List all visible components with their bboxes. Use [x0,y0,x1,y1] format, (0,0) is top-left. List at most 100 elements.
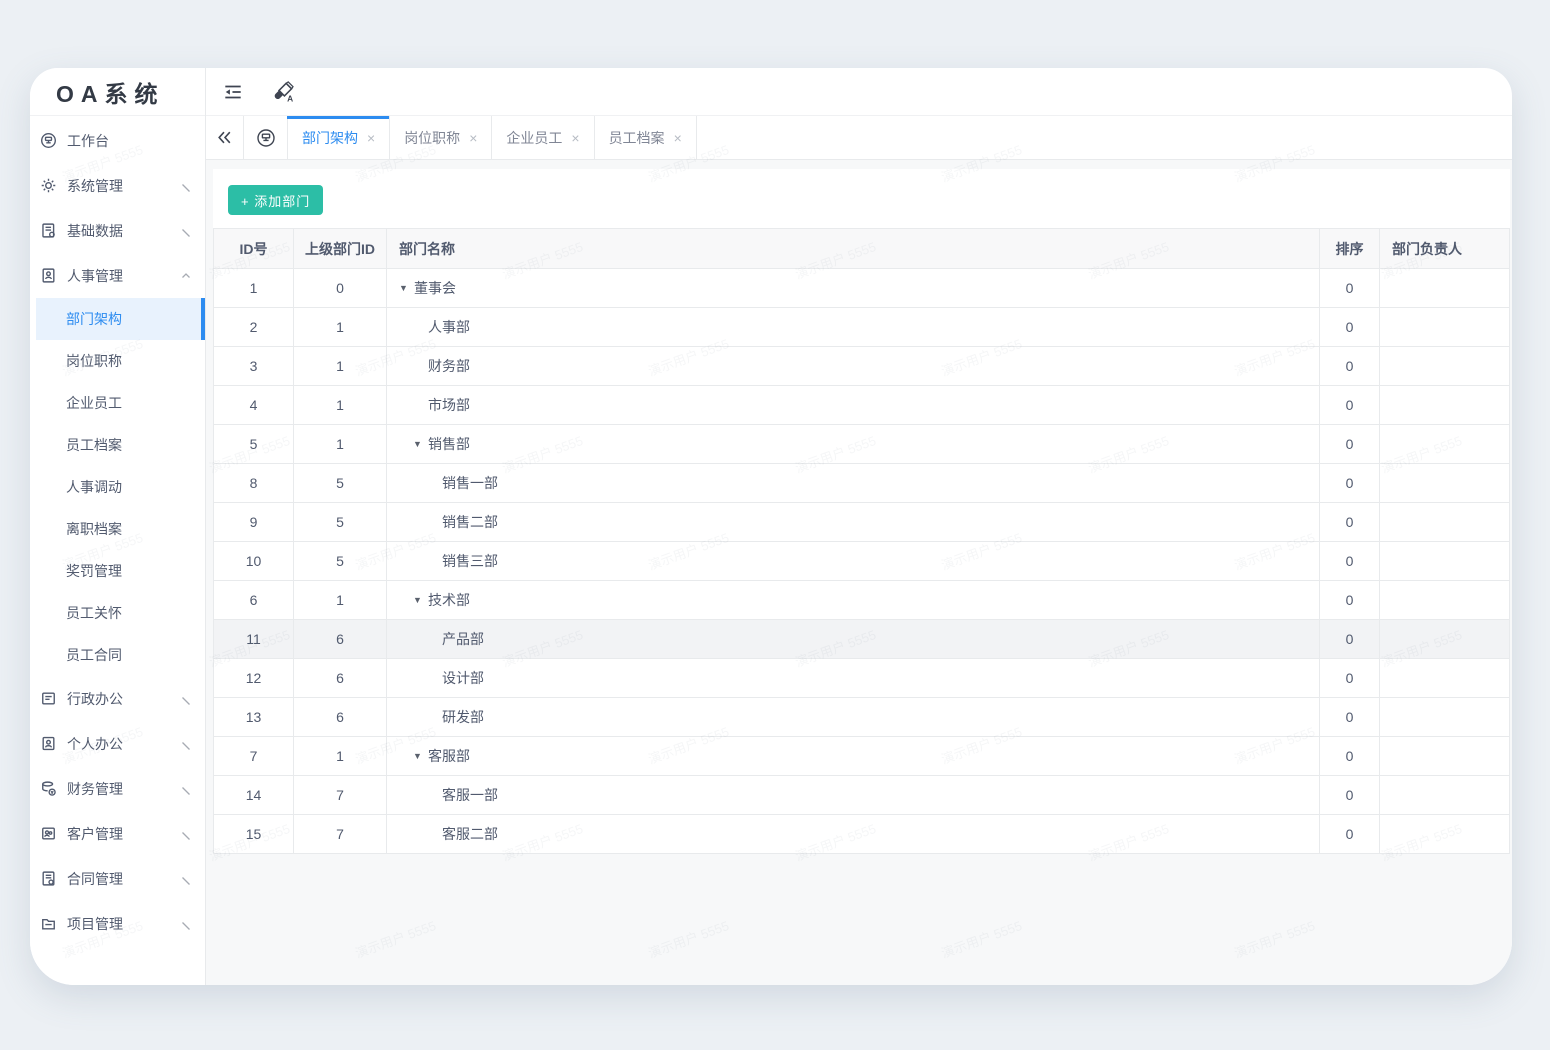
sidebar-item[interactable]: 合同管理 [30,856,205,901]
cell-id: 2 [214,308,294,347]
department-name: 董事会 [414,278,456,298]
cell-sort: 0 [1320,737,1380,776]
collapse-caret-icon[interactable]: ▼ [413,440,428,449]
content-area: + 添加部门 ID号 上级部门ID 部门名称 排序 部门负责人 [206,160,1512,985]
table-row[interactable]: 95销售二部0 [214,503,1510,542]
sidebar-item[interactable]: 个人办公 [30,721,205,766]
cell-sort: 0 [1320,659,1380,698]
department-name: 技术部 [428,590,470,610]
sidebar-item[interactable]: 项目管理 [30,901,205,946]
cell-name: ▼客服部 [387,737,1320,776]
app-window: OA系统 工作台 系统管理 基础数据 人事管理 部门架构岗位职称企业员工员工档案… [30,68,1512,985]
cell-parent-id: 6 [294,620,387,659]
cell-manager [1380,347,1510,386]
customer-icon [40,825,57,842]
add-department-button[interactable]: + 添加部门 [228,185,323,215]
cell-manager [1380,542,1510,581]
sidebar-subitem-label: 员工合同 [66,645,122,665]
table-row[interactable]: 136研发部0 [214,698,1510,737]
cell-name: 人事部 [387,308,1320,347]
table-row[interactable]: 61▼技术部0 [214,581,1510,620]
tab-close-icon[interactable]: × [367,131,375,145]
theme-brush-icon[interactable]: A [272,80,295,103]
home-tab-icon[interactable] [244,116,288,159]
cell-sort: 0 [1320,620,1380,659]
cell-id: 15 [214,815,294,854]
sidebar-subitem[interactable]: 企业员工 [36,382,205,424]
tab-close-icon[interactable]: × [674,131,682,145]
cell-id: 14 [214,776,294,815]
sidebar-item[interactable]: 行政办公 [30,676,205,721]
department-name: 研发部 [442,707,484,727]
table-row[interactable]: 116产品部0 [214,620,1510,659]
app-logo: OA系统 [30,68,205,116]
sidebar-item[interactable]: 基础数据 [30,208,205,253]
tab[interactable]: 岗位职称× [390,116,492,159]
sidebar-subitem[interactable]: 人事调动 [36,466,205,508]
sidebar-item[interactable]: 财务管理 [30,766,205,811]
table-row[interactable]: 147客服一部0 [214,776,1510,815]
cell-id: 11 [214,620,294,659]
sidebar-subitem-label: 离职档案 [66,519,122,539]
table-row[interactable]: 71▼客服部0 [214,737,1510,776]
tab[interactable]: 企业员工× [492,116,594,159]
table-row[interactable]: 31财务部0 [214,347,1510,386]
project-icon [40,915,57,932]
tab[interactable]: 员工档案× [595,116,697,159]
cell-manager [1380,698,1510,737]
sidebar-subitem[interactable]: 员工关怀 [36,592,205,634]
sidebar-item-label: 个人办公 [67,734,123,754]
sidebar-subitem-label: 员工关怀 [66,603,122,623]
scroll-tabs-left-icon[interactable] [206,116,244,159]
collapse-caret-icon[interactable]: ▼ [413,752,428,761]
sidebar-item[interactable]: 系统管理 [30,163,205,208]
table-row[interactable]: 157客服二部0 [214,815,1510,854]
sidebar-subitem[interactable]: 员工合同 [36,634,205,676]
cell-parent-id: 1 [294,308,387,347]
sidebar-subitem[interactable]: 离职档案 [36,508,205,550]
finance-icon [40,780,57,797]
office-icon [40,690,57,707]
chevron-up-icon [180,270,192,282]
table-row[interactable]: 21人事部0 [214,308,1510,347]
sidebar-item[interactable]: 人事管理 [30,253,205,298]
sidebar-item[interactable]: 客户管理 [30,811,205,856]
tab-close-icon[interactable]: × [571,131,579,145]
collapse-caret-icon[interactable]: ▼ [413,596,428,605]
sidebar-subitem[interactable]: 奖罚管理 [36,550,205,592]
cell-name: 市场部 [387,386,1320,425]
cell-name: 销售一部 [387,464,1320,503]
cell-name: 客服一部 [387,776,1320,815]
cell-id: 9 [214,503,294,542]
cell-parent-id: 5 [294,542,387,581]
cell-manager [1380,269,1510,308]
main-area: A 部门架构×岗位职称×企业员工×员工档案× [206,68,1512,985]
sidebar-subitem[interactable]: 岗位职称 [36,340,205,382]
sidebar-item-label: 合同管理 [67,869,123,889]
tab-close-icon[interactable]: × [469,131,477,145]
cell-sort: 0 [1320,542,1380,581]
col-header-parent-id: 上级部门ID [294,229,387,269]
table-row[interactable]: 126设计部0 [214,659,1510,698]
tab-label: 部门架构 [302,128,358,148]
cell-sort: 0 [1320,815,1380,854]
table-row[interactable]: 10▼董事会0 [214,269,1510,308]
sidebar-item[interactable]: 工作台 [30,118,205,163]
department-name: 销售三部 [442,551,498,571]
sidebar-subitem-label: 员工档案 [66,435,122,455]
table-row[interactable]: 105销售三部0 [214,542,1510,581]
collapse-caret-icon[interactable]: ▼ [399,284,414,293]
table-row[interactable]: 41市场部0 [214,386,1510,425]
sidebar-subitem-label: 人事调动 [66,477,122,497]
table-row[interactable]: 85销售一部0 [214,464,1510,503]
cell-sort: 0 [1320,425,1380,464]
chevron-down-icon [180,918,192,930]
tab[interactable]: 部门架构 × [288,116,390,159]
cell-sort: 0 [1320,308,1380,347]
table-row[interactable]: 51▼销售部0 [214,425,1510,464]
sidebar-subitem[interactable]: 部门架构 [36,298,205,340]
collapse-menu-icon[interactable] [222,81,244,103]
sidebar-subitem[interactable]: 员工档案 [36,424,205,466]
sidebar: OA系统 工作台 系统管理 基础数据 人事管理 部门架构岗位职称企业员工员工档案… [30,68,206,985]
sidebar-subitem-label: 部门架构 [66,309,122,329]
